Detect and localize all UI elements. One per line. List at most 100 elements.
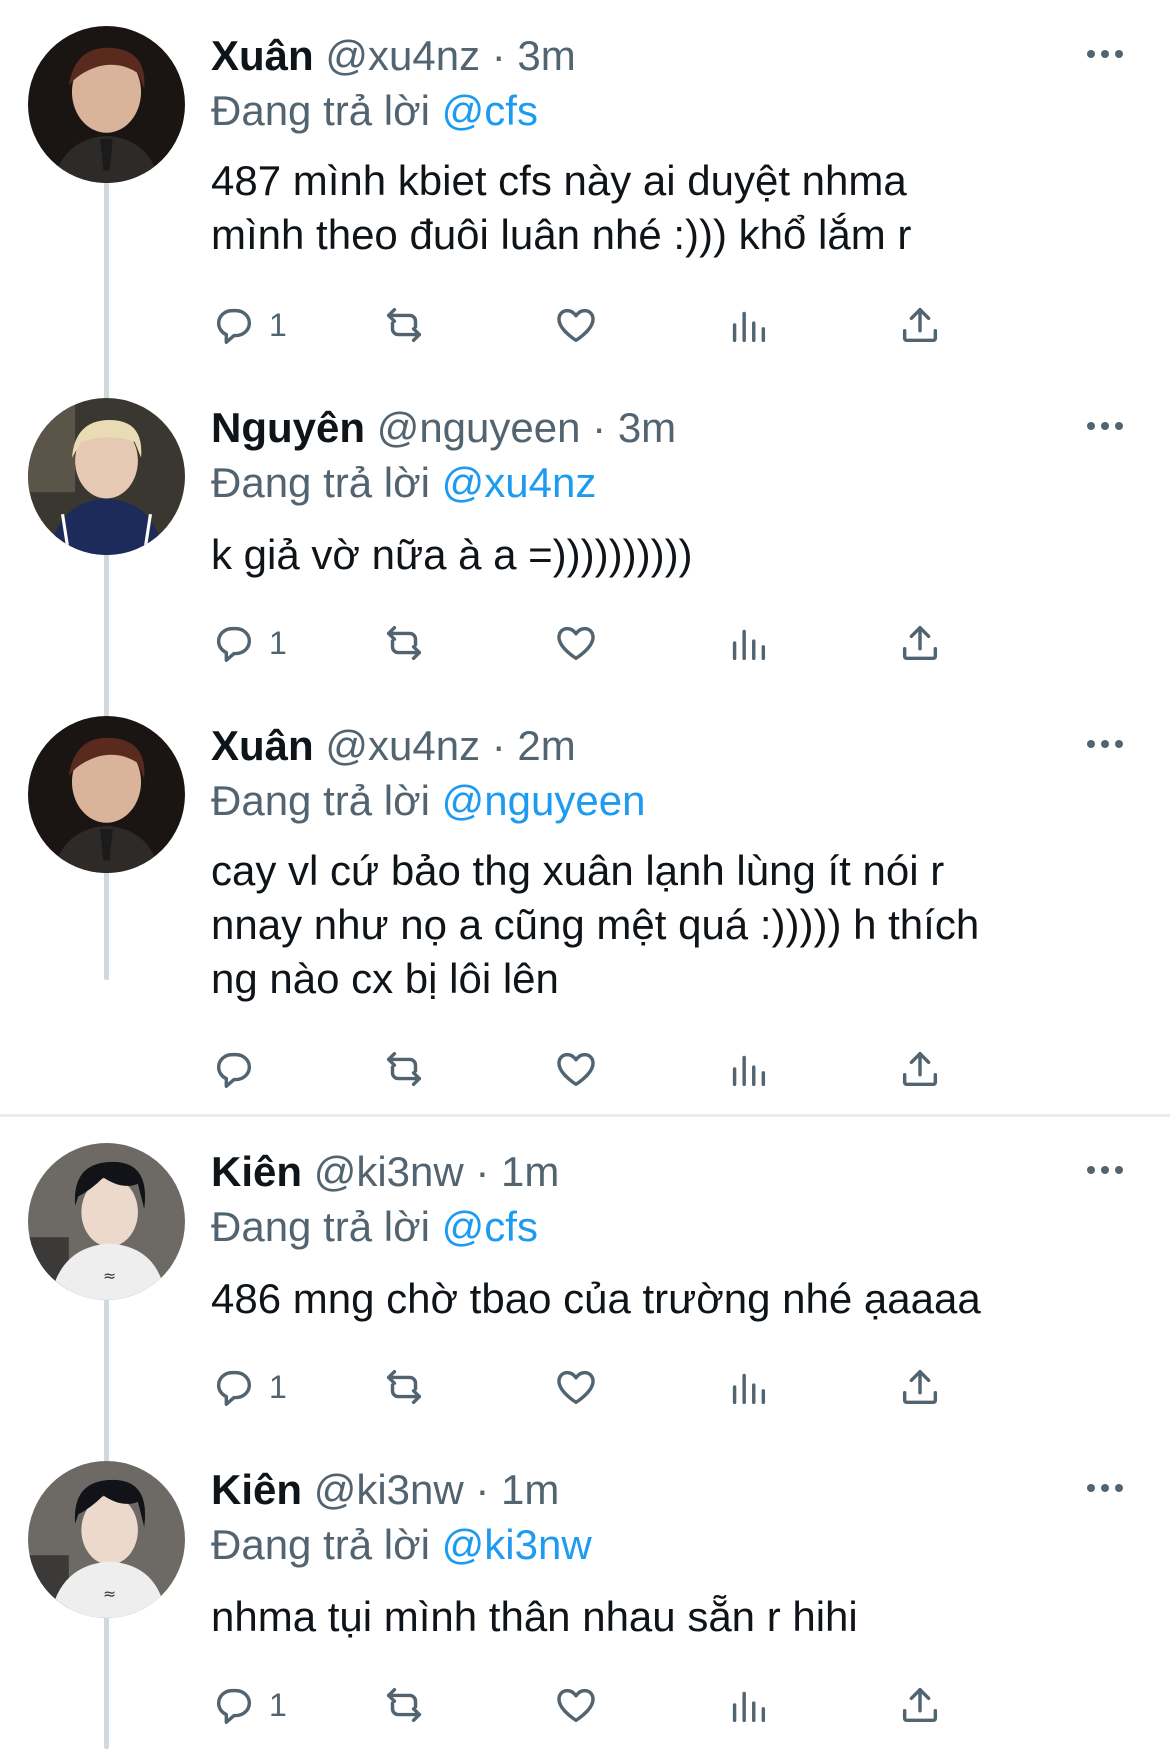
retweet-icon <box>381 1364 427 1410</box>
like-button[interactable] <box>553 1680 599 1730</box>
like-button[interactable] <box>553 1362 599 1412</box>
tweet-text-line: mình theo đuôi luân nhé :))) khổ lắm r <box>211 211 912 258</box>
share-button[interactable] <box>897 618 943 668</box>
like-button[interactable] <box>553 618 599 668</box>
tweet-text-line: nhma tụi mình thân nhau sẵn r hihi <box>211 1593 858 1640</box>
author-handle[interactable]: @xu4nz <box>325 722 480 769</box>
tweet-text: k giả vờ nữa à a =)))))))))) <box>211 528 1131 582</box>
more-icon[interactable] <box>1087 44 1127 64</box>
reply-context: Đang trả lời @ki3nw <box>211 1520 592 1570</box>
share-icon <box>897 302 943 348</box>
share-icon <box>897 1682 943 1728</box>
share-button[interactable] <box>897 300 943 350</box>
more-icon[interactable] <box>1087 734 1127 754</box>
retweet-button[interactable] <box>381 300 427 350</box>
conversation-divider <box>0 1114 1170 1117</box>
avatar[interactable]: ≈ <box>28 1143 185 1300</box>
author-name[interactable]: Xuân <box>211 32 314 79</box>
tweet-text: 486 mng chờ tbao của trường nhé ạaaaa <box>211 1272 1131 1326</box>
heart-icon <box>553 1364 599 1410</box>
action-bar <box>211 1044 1031 1094</box>
reply-icon <box>211 620 257 666</box>
share-button[interactable] <box>897 1680 943 1730</box>
reply-button[interactable]: 1 <box>211 1362 287 1412</box>
share-icon <box>897 1046 943 1092</box>
reply-button[interactable]: 1 <box>211 300 287 350</box>
reply-mention[interactable]: @xu4nz <box>442 459 597 506</box>
separator: · <box>491 32 506 79</box>
retweet-button[interactable] <box>381 1362 427 1412</box>
reply-context: Đang trả lời @nguyeen <box>211 776 645 826</box>
avatar[interactable] <box>28 716 185 873</box>
like-button[interactable] <box>553 300 599 350</box>
timestamp[interactable]: 1m <box>501 1466 559 1513</box>
reply-count: 1 <box>269 624 287 661</box>
timestamp[interactable]: 3m <box>517 32 575 79</box>
author-handle[interactable]: @ki3nw <box>314 1148 464 1195</box>
views-icon <box>725 1364 771 1410</box>
reply-icon <box>211 1046 257 1092</box>
tweet-text-line: 486 mng chờ tbao của trường nhé ạaaaa <box>211 1275 981 1322</box>
tweet-text: nhma tụi mình thân nhau sẵn r hihi <box>211 1590 1131 1644</box>
reply-button[interactable] <box>211 1044 269 1094</box>
timestamp[interactable]: 3m <box>618 404 676 451</box>
reply-mention[interactable]: @ki3nw <box>442 1521 592 1568</box>
retweet-button[interactable] <box>381 1680 427 1730</box>
views-button[interactable] <box>725 1362 771 1412</box>
author-handle[interactable]: @ki3nw <box>314 1466 464 1513</box>
more-icon[interactable] <box>1087 416 1127 436</box>
avatar[interactable] <box>28 398 185 555</box>
reply-context: Đang trả lời @cfs <box>211 1202 538 1252</box>
reply-prefix: Đang trả lời <box>211 1203 430 1250</box>
retweet-button[interactable] <box>381 1044 427 1094</box>
retweet-icon <box>381 1046 427 1092</box>
share-button[interactable] <box>897 1362 943 1412</box>
like-button[interactable] <box>553 1044 599 1094</box>
reply-count: 1 <box>269 306 287 343</box>
reply-button[interactable]: 1 <box>211 1680 287 1730</box>
reply-mention[interactable]: @cfs <box>442 87 538 134</box>
more-icon[interactable] <box>1087 1478 1127 1498</box>
timestamp[interactable]: 2m <box>517 722 575 769</box>
reply-icon <box>211 302 257 348</box>
action-bar: 1 <box>211 1362 1031 1412</box>
reply-icon <box>211 1364 257 1410</box>
heart-icon <box>553 1682 599 1728</box>
author-handle[interactable]: @xu4nz <box>325 32 480 79</box>
reply-mention[interactable]: @cfs <box>442 1203 538 1250</box>
reply-prefix: Đang trả lời <box>211 777 430 824</box>
views-button[interactable] <box>725 618 771 668</box>
author-name[interactable]: Nguyên <box>211 404 365 451</box>
avatar[interactable] <box>28 26 185 183</box>
author-name[interactable]: Kiên <box>211 1466 302 1513</box>
timestamp[interactable]: 1m <box>501 1148 559 1195</box>
views-icon <box>725 1682 771 1728</box>
views-button[interactable] <box>725 300 771 350</box>
reply-mention[interactable]: @nguyeen <box>442 777 646 824</box>
retweet-icon <box>381 620 427 666</box>
tweet-text: 487 mình kbiet cfs này ai duyệt nhma mìn… <box>211 154 1131 262</box>
views-icon <box>725 302 771 348</box>
share-icon <box>897 1364 943 1410</box>
separator: · <box>475 1466 490 1513</box>
share-button[interactable] <box>897 1044 943 1094</box>
tweet-text-line: nnay như nọ a cũng mệt quá :))))) h thíc… <box>211 901 980 948</box>
heart-icon <box>553 620 599 666</box>
author-name[interactable]: Xuân <box>211 722 314 769</box>
author-name[interactable]: Kiên <box>211 1148 302 1195</box>
more-icon[interactable] <box>1087 1160 1127 1180</box>
views-button[interactable] <box>725 1044 771 1094</box>
tweet-text-line: ng nào cx bị lôi lên <box>211 955 559 1002</box>
tweet-text-line: k giả vờ nữa à a =)))))))))) <box>211 531 693 578</box>
author-handle[interactable]: @nguyeen <box>377 404 581 451</box>
reply-icon <box>211 1682 257 1728</box>
action-bar: 1 <box>211 618 1031 668</box>
retweet-icon <box>381 1682 427 1728</box>
views-button[interactable] <box>725 1680 771 1730</box>
action-bar: 1 <box>211 1680 1031 1730</box>
avatar[interactable]: ≈ <box>28 1461 185 1618</box>
separator: · <box>491 722 506 769</box>
retweet-button[interactable] <box>381 618 427 668</box>
reply-button[interactable]: 1 <box>211 618 287 668</box>
separator: · <box>475 1148 490 1195</box>
